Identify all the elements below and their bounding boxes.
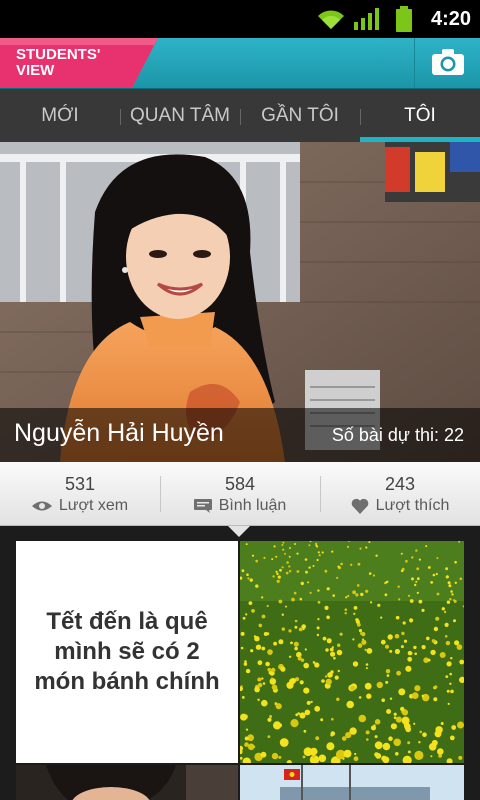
stat-label-group: Lượt thích <box>351 497 450 515</box>
eye-icon <box>31 501 52 511</box>
wifi-icon <box>318 10 344 29</box>
tab-label: GẦN TÔI <box>261 104 339 126</box>
stat-value: 243 <box>384 474 416 494</box>
comment-icon <box>193 499 212 513</box>
stats-bar: 531 Lượt xem 584 Bình luận 243 Lượt thíc… <box>0 462 480 526</box>
post-text: Tết đến là quê mình sẽ có 2 món bánh chí… <box>34 608 220 695</box>
battery-icon <box>396 6 412 32</box>
stat-label: Bình luận <box>218 497 287 514</box>
app-logo[interactable]: STUDENTS' VIEW <box>0 38 160 88</box>
tab-label: MỚI <box>41 104 79 126</box>
tab-divider <box>240 109 241 125</box>
profile-name: Nguyễn Hải Huyền <box>14 419 224 447</box>
profile-photo[interactable]: Nguyễn Hải Huyền Số bài dự thi: 22 <box>0 142 480 462</box>
stat-views[interactable]: 531 Lượt xem <box>0 462 160 525</box>
post-photo-person <box>16 765 238 800</box>
clock: 4:20 <box>430 8 471 30</box>
tab-new[interactable]: MỚI <box>0 89 120 142</box>
stat-label: Lượt thích <box>375 497 450 514</box>
tab-following[interactable]: QUAN TÂM <box>120 89 240 142</box>
logo-line-2: VIEW <box>16 62 55 79</box>
entries-count: Số bài dự thi: 22 <box>331 425 464 445</box>
stat-value: 531 <box>64 474 96 494</box>
post-tile-photo[interactable] <box>240 541 464 763</box>
logo-line-1: STUDENTS' <box>16 46 101 63</box>
tab-bar: MỚI QUAN TÂM GẦN TÔI TÔI <box>0 89 480 142</box>
heart-icon <box>351 498 368 514</box>
camera-icon <box>432 49 464 75</box>
tab-divider <box>360 109 361 125</box>
tab-nearby[interactable]: GẦN TÔI <box>240 89 360 142</box>
stat-label-group: Bình luận <box>193 497 287 515</box>
stat-label-group: Lượt xem <box>31 497 129 515</box>
camera-button[interactable] <box>414 38 480 88</box>
tab-label: QUAN TÂM <box>130 104 230 126</box>
status-bar: 4:20 <box>0 0 480 38</box>
app-header: STUDENTS' VIEW <box>0 38 480 89</box>
post-tile-photo[interactable] <box>240 765 464 800</box>
signal-icon <box>354 8 379 30</box>
post-photo-flowers <box>240 541 464 763</box>
stat-comments[interactable]: 584 Bình luận <box>160 462 320 525</box>
tab-divider <box>120 109 121 125</box>
stat-likes[interactable]: 243 Lượt thích <box>320 462 480 525</box>
stats-pointer <box>228 526 250 537</box>
profile-caption: Nguyễn Hải Huyền Số bài dự thi: 22 <box>0 408 480 462</box>
stat-value: 584 <box>224 474 256 494</box>
post-photo-harbor <box>240 765 464 800</box>
tab-label: TÔI <box>404 104 436 126</box>
post-tile-text[interactable]: Tết đến là quê mình sẽ có 2 món bánh chí… <box>16 541 238 763</box>
tab-me[interactable]: TÔI <box>360 89 480 142</box>
stat-label: Lượt xem <box>58 497 129 514</box>
posts-grid: Tết đến là quê mình sẽ có 2 món bánh chí… <box>16 541 464 800</box>
post-tile-photo[interactable] <box>16 765 238 800</box>
